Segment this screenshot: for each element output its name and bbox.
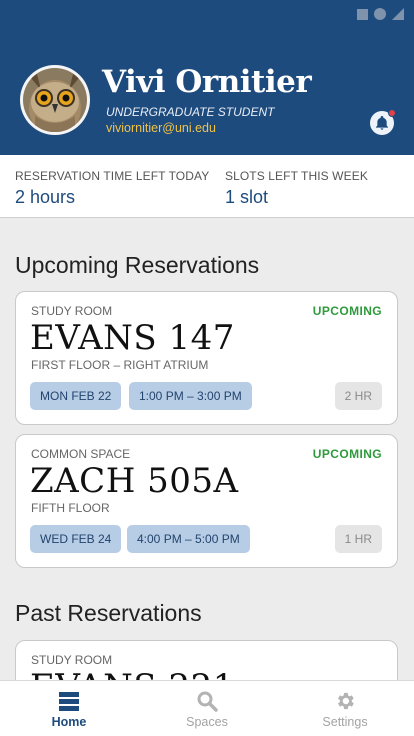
reservation-stats: RESERVATION TIME LEFT TODAY 2 hours SLOT… (0, 155, 414, 218)
bell-icon (376, 116, 388, 130)
slots-left-value: 1 slot (225, 187, 269, 207)
space-type: STUDY ROOM (31, 653, 113, 667)
nav-home[interactable]: Home (0, 681, 138, 736)
nav-spaces-label: Spaces (186, 715, 228, 729)
notification-badge (388, 109, 396, 117)
reservation-card[interactable]: COMMON SPACE UPCOMING ZACH 505A FIFTH FL… (15, 434, 398, 568)
time-left-stat: RESERVATION TIME LEFT TODAY 2 hours (15, 169, 209, 208)
slots-left-stat: SLOTS LEFT THIS WEEK 1 slot (225, 169, 368, 208)
profile-header: Vivi Ornitier UNDERGRADUATE STUDENT vivi… (0, 0, 414, 155)
duration-chip: 1 HR (334, 525, 382, 553)
reservation-card[interactable]: STUDY ROOM UPCOMING EVANS 147 FIRST FLOO… (15, 291, 398, 425)
search-icon (197, 691, 218, 712)
room-name: ZACH 505A (30, 461, 239, 501)
user-role: UNDERGRADUATE STUDENT (106, 105, 275, 119)
home-icon (59, 692, 79, 711)
nav-spaces[interactable]: Spaces (138, 681, 276, 736)
owl-avatar-image (23, 68, 87, 132)
room-location: FIFTH FLOOR (31, 501, 110, 515)
duration-chip: 2 HR (334, 382, 382, 410)
space-type: COMMON SPACE (31, 447, 131, 461)
user-name: Vivi Ornitier (102, 64, 312, 100)
nav-settings[interactable]: Settings (276, 681, 414, 736)
square-icon (357, 8, 368, 20)
user-email[interactable]: viviornitier@uni.edu (106, 121, 216, 135)
space-type: STUDY ROOM (31, 304, 113, 318)
date-chip: MON FEB 22 (30, 382, 122, 410)
triangle-icon (392, 8, 404, 20)
notification-button[interactable] (370, 109, 396, 135)
bottom-navigation: Home Spaces Settings (0, 680, 414, 736)
upcoming-section-title: Upcoming Reservations (15, 252, 260, 278)
slots-left-label: SLOTS LEFT THIS WEEK (225, 169, 368, 183)
status-badge: UPCOMING (312, 447, 382, 461)
system-status-bar (357, 8, 404, 20)
status-badge: UPCOMING (312, 304, 382, 318)
past-section-title: Past Reservations (15, 600, 202, 626)
time-chip: 4:00 PM – 5:00 PM (127, 525, 250, 553)
gear-icon (338, 692, 354, 710)
avatar[interactable] (20, 65, 90, 135)
nav-settings-label: Settings (322, 715, 368, 729)
nav-home-label: Home (51, 715, 87, 729)
time-left-value: 2 hours (15, 187, 76, 207)
time-chip: 1:00 PM – 3:00 PM (129, 382, 252, 410)
room-name: EVANS 147 (30, 318, 235, 358)
date-chip: WED FEB 24 (30, 525, 122, 553)
time-left-label: RESERVATION TIME LEFT TODAY (15, 169, 210, 183)
circle-icon (374, 8, 386, 20)
room-location: FIRST FLOOR – RIGHT ATRIUM (31, 358, 209, 372)
